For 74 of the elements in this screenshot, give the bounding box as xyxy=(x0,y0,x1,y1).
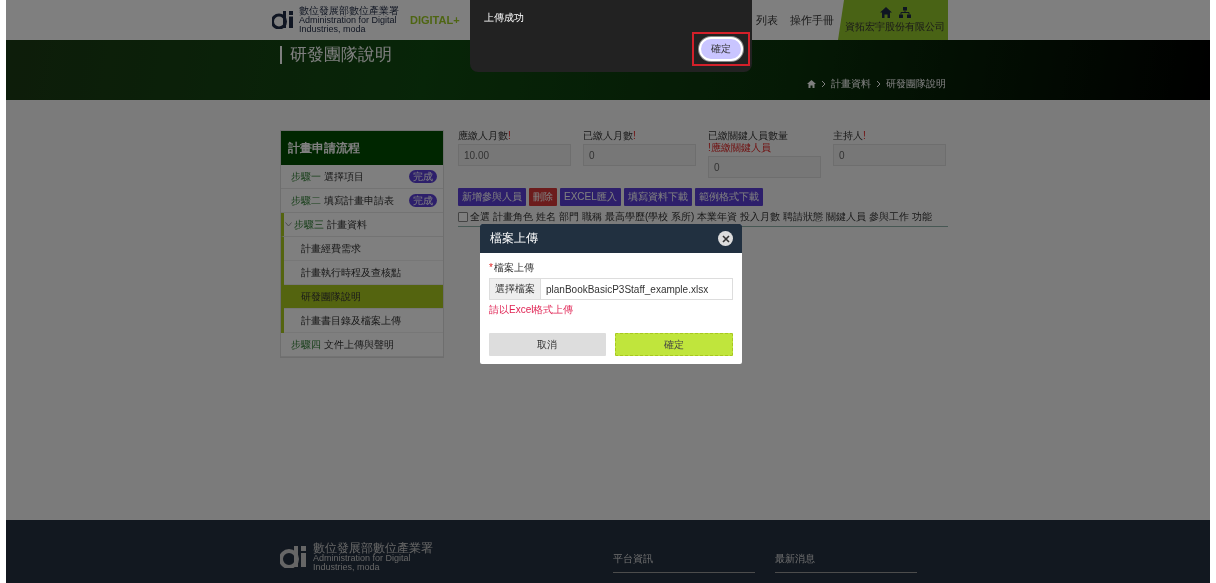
column-header: 投入月數 xyxy=(740,210,781,224)
required-note: ! xyxy=(863,130,866,142)
field-label: 已繳人月數 xyxy=(583,130,633,141)
required-note: ! xyxy=(633,130,636,142)
action-button[interactable]: 範例格式下載 xyxy=(694,188,763,206)
ok-button[interactable]: 確定 xyxy=(699,37,743,61)
checkbox[interactable] xyxy=(458,212,468,222)
logo-icon xyxy=(272,11,296,29)
column-header: 全選 xyxy=(470,210,490,224)
breadcrumb-link[interactable]: 計畫資料 xyxy=(831,77,871,91)
field-label: 應繳人月數 xyxy=(458,130,508,141)
column-header: 聘請狀態 xyxy=(783,210,824,224)
column-header: 計畫角色 xyxy=(493,210,533,224)
column-header: 最高學歷(學校 系所) xyxy=(605,210,695,224)
field-label: 已繳關鍵人員數量 xyxy=(708,130,788,141)
action-button[interactable]: EXCEL匯入 xyxy=(560,188,621,206)
cancel-button[interactable]: 取消 xyxy=(489,333,606,356)
agency-logo[interactable]: 數位發展部數位產業署 Administration for Digital Industries, moda xyxy=(272,6,407,34)
status-badge: 完成 xyxy=(409,170,437,183)
text-field[interactable]: 0 xyxy=(583,144,696,166)
company-name: 資拓宏宇股份有限公司 xyxy=(845,20,945,34)
required-note: !應繳關鍵人員 xyxy=(708,142,771,154)
sidebar-subitem[interactable]: 計畫經費需求 xyxy=(284,237,443,261)
step-label: 步驟三 計畫資料 xyxy=(294,217,367,232)
nav-link[interactable]: 操作手冊 xyxy=(790,12,834,28)
agency-name: 數位發展部數位產業署 xyxy=(299,6,400,16)
required-asterisk: * xyxy=(489,262,493,273)
sidebar-subitem[interactable]: 研發團隊說明 xyxy=(284,285,443,309)
choose-file-button[interactable]: 選擇檔案 xyxy=(490,279,541,299)
footer-heading[interactable]: 平台資訊 xyxy=(613,552,755,573)
action-button[interactable]: 新增參與人員 xyxy=(458,188,526,206)
agency-name: 數位發展部數位產業署 xyxy=(313,541,434,554)
sidebar-item[interactable]: 步驟三 計畫資料 xyxy=(281,213,443,237)
status-badge: 完成 xyxy=(409,194,437,207)
text-field[interactable]: 0 xyxy=(708,156,821,178)
chevron-icon xyxy=(821,80,826,88)
column-header: 參與工作 xyxy=(869,210,910,224)
sitemap-icon[interactable] xyxy=(898,6,911,18)
home-icon[interactable] xyxy=(807,80,816,88)
file-input[interactable]: 選擇檔案 planBookBasicP3Staff_example.xlsx xyxy=(489,278,733,300)
action-button[interactable]: 填寫資料下載 xyxy=(623,188,692,206)
home-icon[interactable] xyxy=(879,6,892,18)
agency-logo[interactable]: 數位發展部數位產業署 Administration for Digital Industries, moda xyxy=(280,540,443,573)
alert-message: 上傳成功 xyxy=(484,11,525,25)
sidebar-subitem[interactable]: 計畫書目錄及檔案上傳 xyxy=(284,309,443,333)
field-label: 檔案上傳 xyxy=(493,262,534,273)
breadcrumb-link[interactable]: 研發團隊說明 xyxy=(886,77,946,91)
column-header: 功能 xyxy=(912,210,933,224)
column-header: 關鍵人員 xyxy=(826,210,867,224)
agency-english-name: Administration for Digital Industries, moda xyxy=(313,553,411,572)
nav-link[interactable]: 列表 xyxy=(756,12,778,28)
text-field[interactable]: 10.00 xyxy=(458,144,571,166)
text-field[interactable]: 0 xyxy=(833,144,946,166)
required-note: ! xyxy=(508,130,511,142)
agency-english-name: Administration for Digital Industries, moda xyxy=(299,16,397,34)
chevron-down-icon xyxy=(285,222,292,227)
close-icon xyxy=(721,234,730,243)
confirm-button[interactable]: 確定 xyxy=(614,333,733,356)
action-button[interactable]: 刪除 xyxy=(529,188,557,206)
error-message: 請以Excel格式上傳 xyxy=(489,303,575,317)
step-label: 步驟四 文件上傳與聲明 xyxy=(291,337,394,352)
chevron-icon xyxy=(876,80,881,88)
file-name: planBookBasicP3Staff_example.xlsx xyxy=(545,282,710,297)
column-header: 職稱 xyxy=(582,210,602,224)
brand-text: DIGITAL+ xyxy=(410,14,460,26)
footer-heading[interactable]: 最新消息 xyxy=(775,552,917,573)
column-header: 部門 xyxy=(559,210,579,224)
sidebar-title: 計畫申請流程 xyxy=(281,131,443,165)
sidebar-item[interactable]: 步驟四 文件上傳與聲明 xyxy=(281,333,443,357)
dialog-title: 檔案上傳 xyxy=(490,230,538,247)
field-label: 主持人 xyxy=(833,130,863,141)
close-button[interactable] xyxy=(718,231,733,246)
column-header: 本業年資 xyxy=(697,210,738,224)
column-header: 姓名 xyxy=(536,210,556,224)
